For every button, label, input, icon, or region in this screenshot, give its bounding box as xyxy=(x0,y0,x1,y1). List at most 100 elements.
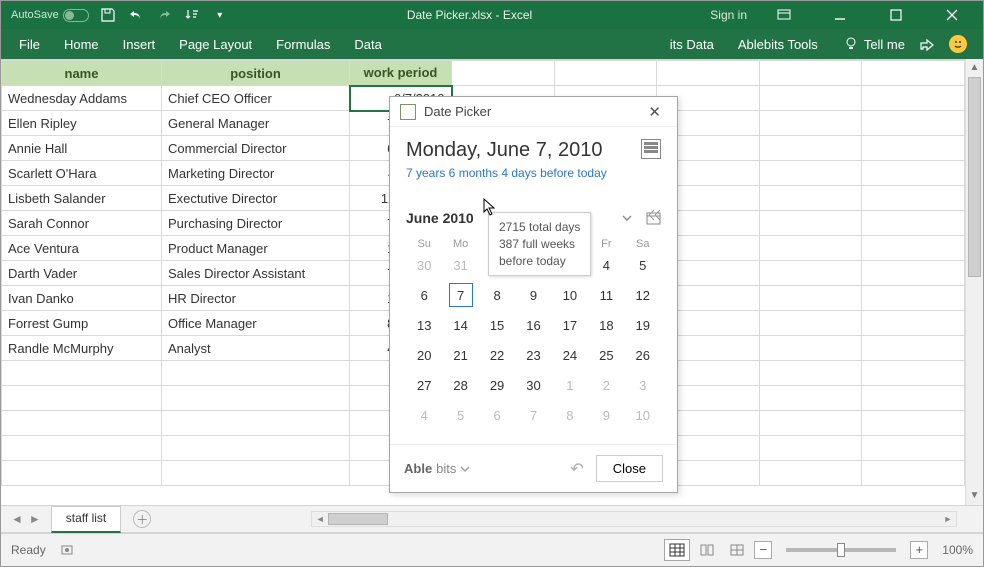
calendar-day[interactable]: 17 xyxy=(552,310,588,340)
normal-view-icon[interactable] xyxy=(664,539,690,561)
calendar-day[interactable]: 15 xyxy=(479,310,515,340)
calendar-day[interactable]: 14 xyxy=(442,310,478,340)
calendar-day[interactable]: 13 xyxy=(406,310,442,340)
cell[interactable]: Darth Vader xyxy=(2,261,162,286)
zoom-in-button[interactable]: + xyxy=(910,541,928,559)
cell[interactable]: Ace Ventura xyxy=(2,236,162,261)
cell[interactable]: Marketing Director xyxy=(162,161,350,186)
month-dropdown-icon[interactable] xyxy=(620,211,634,225)
horizontal-scrollbar[interactable]: ◄► xyxy=(311,511,957,527)
sheet-tab[interactable]: staff list xyxy=(51,506,121,533)
undo-icon[interactable]: ↶ xyxy=(570,459,583,479)
calendar-day[interactable]: 18 xyxy=(588,310,624,340)
cell[interactable]: Purchasing Director xyxy=(162,211,350,236)
page-layout-view-icon[interactable] xyxy=(694,539,720,561)
cell[interactable]: General Manager xyxy=(162,111,350,136)
tab-file[interactable]: File xyxy=(7,29,52,59)
maximize-button[interactable] xyxy=(877,1,915,29)
cell[interactable]: Annie Hall xyxy=(2,136,162,161)
page-break-view-icon[interactable] xyxy=(724,539,750,561)
cell[interactable]: Ellen Ripley xyxy=(2,111,162,136)
tellme[interactable]: Tell me xyxy=(844,37,905,52)
tab-data[interactable]: Data xyxy=(342,29,393,59)
ribbon-display-icon[interactable] xyxy=(765,1,803,29)
feedback-smiley-icon[interactable] xyxy=(949,35,967,53)
calendar-day[interactable]: 26 xyxy=(625,340,661,370)
cell[interactable]: Office Manager xyxy=(162,311,350,336)
calendar-day[interactable]: 28 xyxy=(442,370,478,400)
calendar-day[interactable]: 20 xyxy=(406,340,442,370)
cell[interactable]: Forrest Gump xyxy=(2,311,162,336)
cell[interactable]: Sarah Connor xyxy=(2,211,162,236)
calendar-day[interactable]: 11 xyxy=(588,280,624,310)
macro-record-icon[interactable] xyxy=(60,543,74,557)
calendar-day[interactable]: 29 xyxy=(479,370,515,400)
calculator-icon[interactable] xyxy=(641,139,661,159)
cell[interactable] xyxy=(162,436,350,461)
calendar-day[interactable]: 10 xyxy=(552,280,588,310)
cell[interactable]: Scarlett O'Hara xyxy=(2,161,162,186)
ablebits-brand[interactable]: Ablebits xyxy=(404,461,470,476)
calendar-day[interactable]: 27 xyxy=(406,370,442,400)
calendar-day[interactable]: 25 xyxy=(588,340,624,370)
cell[interactable] xyxy=(162,361,350,386)
tab-page-layout[interactable]: Page Layout xyxy=(167,29,264,59)
calendar-day[interactable]: 5 xyxy=(625,250,661,280)
calendar-day[interactable]: 10 xyxy=(625,400,661,430)
undo-icon[interactable] xyxy=(127,6,145,24)
zoom-level[interactable]: 100% xyxy=(942,543,973,557)
cell[interactable]: Ivan Danko xyxy=(2,286,162,311)
cell[interactable] xyxy=(162,386,350,411)
calendar-day[interactable]: 12 xyxy=(625,280,661,310)
calendar-day[interactable]: 9 xyxy=(515,280,551,310)
redo-icon[interactable] xyxy=(155,6,173,24)
cell[interactable] xyxy=(2,461,162,486)
vertical-scrollbar[interactable]: ▲ ▼ xyxy=(965,59,983,505)
calendar-day[interactable]: 6 xyxy=(479,400,515,430)
calendar-day[interactable]: 22 xyxy=(479,340,515,370)
col-header[interactable]: name xyxy=(2,61,162,86)
month-label[interactable]: June 2010 xyxy=(406,210,474,226)
tab-its-data[interactable]: its Data xyxy=(658,37,726,52)
share-icon[interactable] xyxy=(919,37,935,51)
cell[interactable]: HR Director xyxy=(162,286,350,311)
cell[interactable] xyxy=(162,461,350,486)
cell[interactable]: Chief CEO Officer xyxy=(162,86,350,111)
cell[interactable]: Commercial Director xyxy=(162,136,350,161)
calendar-day[interactable]: 21 xyxy=(442,340,478,370)
cell[interactable]: Lisbeth Salander xyxy=(2,186,162,211)
signin-link[interactable]: Sign in xyxy=(710,8,747,22)
calendar-day[interactable]: 19 xyxy=(625,310,661,340)
calendar-day[interactable]: 8 xyxy=(479,280,515,310)
calendar-day[interactable]: 23 xyxy=(515,340,551,370)
calendar-day[interactable]: 16 xyxy=(515,310,551,340)
autosave-toggle[interactable]: AutoSave xyxy=(11,9,89,22)
datepicker-close-icon[interactable]: ✕ xyxy=(642,101,667,123)
calendar-day[interactable]: 6 xyxy=(406,280,442,310)
cell[interactable] xyxy=(2,361,162,386)
calendar-day[interactable]: 30 xyxy=(406,250,442,280)
calendar-day[interactable]: 9 xyxy=(588,400,624,430)
cell[interactable]: Product Manager xyxy=(162,236,350,261)
cell[interactable] xyxy=(2,436,162,461)
calendar-day[interactable]: 4 xyxy=(406,400,442,430)
save-icon[interactable] xyxy=(99,6,117,24)
cell[interactable]: Wednesday Addams xyxy=(2,86,162,111)
calendar-day[interactable]: 31 xyxy=(442,250,478,280)
calendar-day[interactable]: 5 xyxy=(442,400,478,430)
calendar-day[interactable]: 1 xyxy=(552,370,588,400)
calendar-day[interactable]: 7 xyxy=(515,400,551,430)
calendar-day[interactable]: 8 xyxy=(552,400,588,430)
calendar-day[interactable]: 24 xyxy=(552,340,588,370)
qat-customize-icon[interactable]: ▾ xyxy=(211,6,229,24)
calendar-day[interactable]: 2 xyxy=(588,370,624,400)
sort-icon[interactable] xyxy=(183,6,201,24)
add-sheet-button[interactable]: ＋ xyxy=(133,510,151,528)
tab-ablebits-tools[interactable]: Ablebits Tools xyxy=(726,37,830,52)
cell[interactable] xyxy=(162,411,350,436)
calendar-day[interactable]: 7 xyxy=(442,280,478,310)
tab-insert[interactable]: Insert xyxy=(111,29,168,59)
close-button[interactable]: Close xyxy=(596,455,663,482)
close-button[interactable] xyxy=(933,1,971,29)
minimize-button[interactable] xyxy=(821,1,859,29)
